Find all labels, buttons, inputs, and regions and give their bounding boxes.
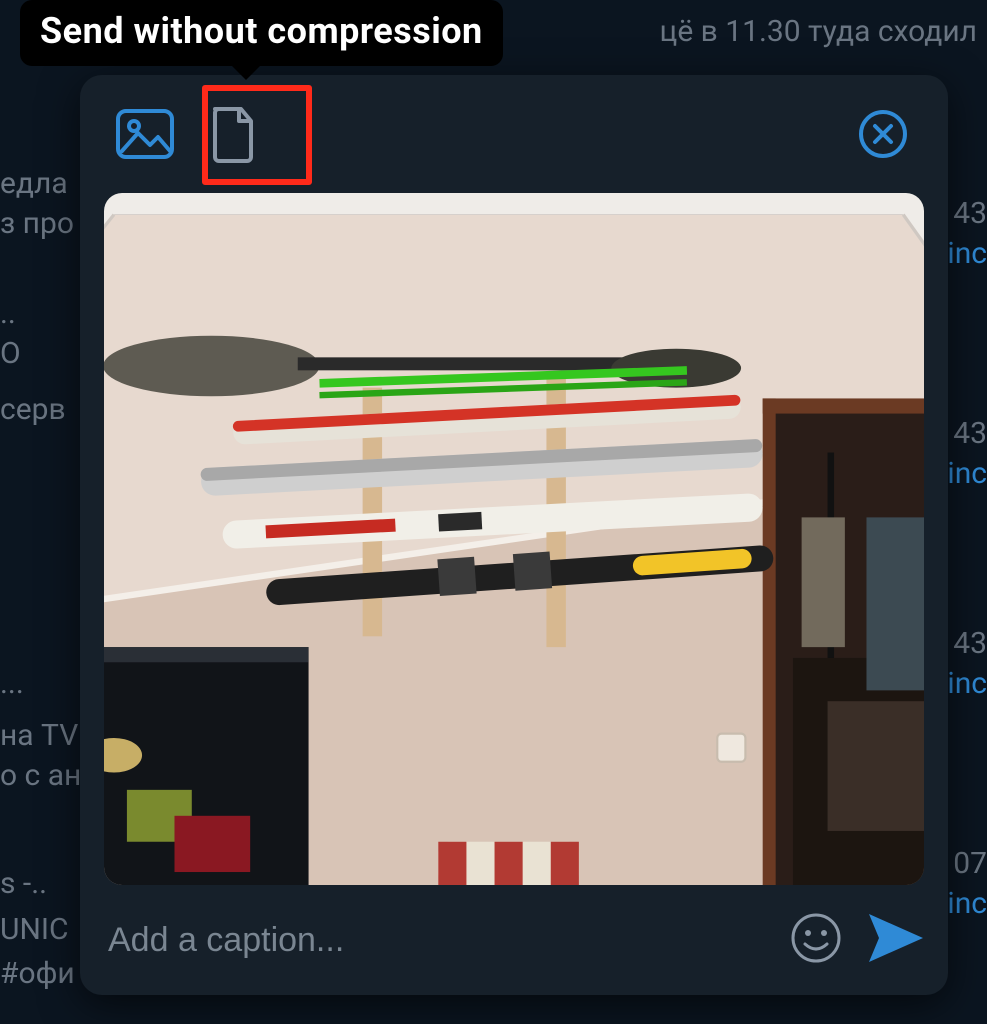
close-icon [859,110,907,158]
emoji-icon [790,912,842,968]
bg-link: inc [947,230,987,278]
media-send-modal [80,75,948,995]
photo-icon [116,109,174,159]
modal-header [80,75,948,193]
bg-link: inc [947,450,987,498]
bg-text: s -.. [0,860,47,908]
bg-text: серв [0,386,66,434]
bg-text: О [0,330,21,378]
send-as-photo-button[interactable] [110,99,180,169]
bg-link: inc [947,880,987,928]
file-icon [209,105,257,163]
send-icon [867,912,925,968]
send-button[interactable] [864,908,928,972]
bg-text: цё в 11.30 туда сходил [660,8,977,56]
bg-text: ... [0,660,24,708]
emoji-button[interactable] [784,908,848,972]
close-button[interactable] [848,99,918,169]
bg-link: inc [947,660,987,708]
caption-row [80,885,948,995]
tooltip-send-without-compression: Send without compression [20,0,503,66]
image-preview [104,193,924,885]
send-as-file-button[interactable] [198,99,268,169]
bg-text: о с ан [0,752,81,800]
bg-text: #офи [0,950,75,998]
caption-input[interactable] [108,921,768,960]
bg-text: з про [0,200,74,248]
bg-text: UNIC [0,906,69,954]
preview-image-content [104,193,924,885]
